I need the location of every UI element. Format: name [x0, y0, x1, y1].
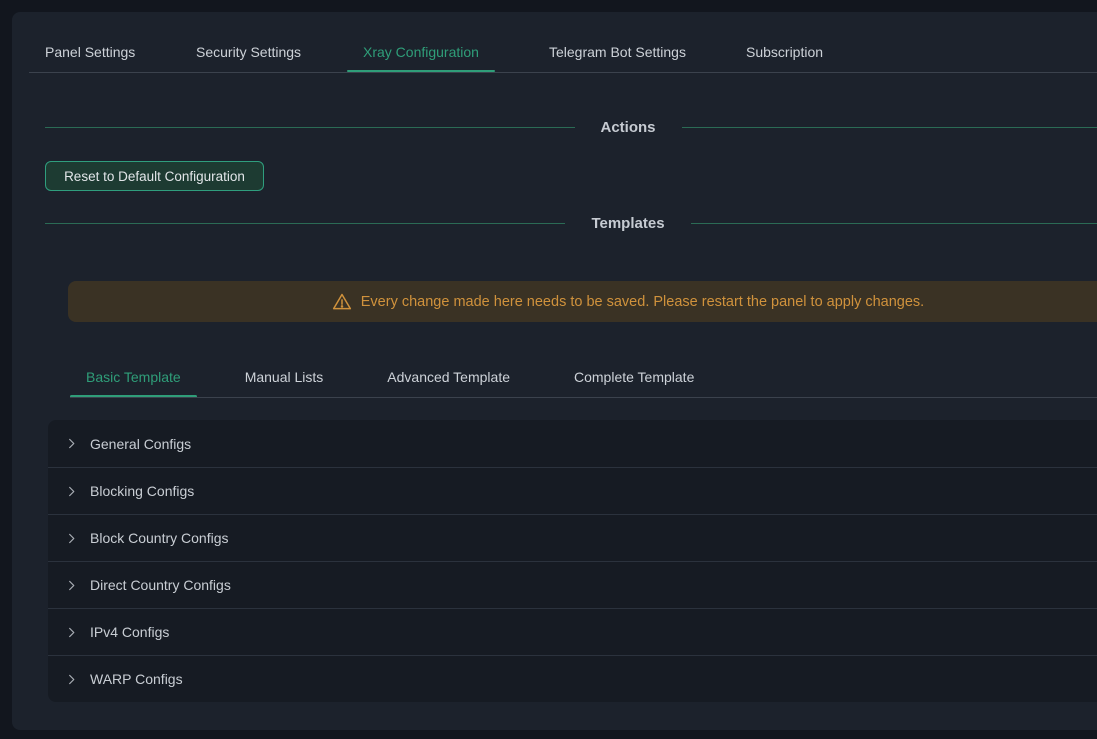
- tab-subscription[interactable]: Subscription: [746, 33, 823, 72]
- chevron-right-icon: [66, 674, 78, 685]
- tab-advanced-template[interactable]: Advanced Template: [371, 357, 526, 398]
- accordion-row-general-configs[interactable]: General Configs: [48, 420, 1097, 467]
- chevron-right-icon: [66, 627, 78, 638]
- tab-telegram-bot-settings[interactable]: Telegram Bot Settings: [549, 33, 686, 72]
- chevron-right-icon: [66, 438, 78, 449]
- templates-section-title: Templates: [591, 215, 664, 232]
- accordion-row-label: General Configs: [90, 436, 191, 452]
- tab-security-settings[interactable]: Security Settings: [196, 33, 301, 72]
- accordion-row-warp-configs[interactable]: WARP Configs: [48, 655, 1097, 702]
- accordion-row-label: Direct Country Configs: [90, 577, 231, 593]
- accordion-row-block-country-configs[interactable]: Block Country Configs: [48, 514, 1097, 561]
- accordion-row-label: WARP Configs: [90, 671, 183, 687]
- tab-xray-configuration[interactable]: Xray Configuration: [347, 33, 495, 72]
- accordion-row-label: Block Country Configs: [90, 530, 229, 546]
- reset-to-default-button[interactable]: Reset to Default Configuration: [45, 161, 264, 191]
- tab-basic-template[interactable]: Basic Template: [70, 357, 197, 398]
- divider-line: [682, 127, 1097, 128]
- divider-line: [45, 223, 565, 224]
- accordion-row-ipv4-configs[interactable]: IPv4 Configs: [48, 608, 1097, 655]
- main-tab-bar: Panel Settings Security Settings Xray Co…: [12, 33, 1097, 72]
- chevron-right-icon: [66, 486, 78, 497]
- actions-section-title: Actions: [601, 119, 656, 136]
- divider-line: [45, 127, 575, 128]
- restart-warning-banner: Every change made here needs to be saved…: [68, 281, 1097, 322]
- accordion-row-label: IPv4 Configs: [90, 624, 169, 640]
- actions-section-divider: Actions: [45, 115, 1097, 139]
- tab-complete-template[interactable]: Complete Template: [558, 357, 710, 398]
- settings-card: Panel Settings Security Settings Xray Co…: [12, 12, 1097, 730]
- warning-banner-text: Every change made here needs to be saved…: [361, 294, 924, 310]
- tab-manual-lists[interactable]: Manual Lists: [229, 357, 340, 398]
- divider-line: [691, 223, 1097, 224]
- chevron-right-icon: [66, 533, 78, 544]
- templates-section-divider: Templates: [45, 211, 1097, 235]
- chevron-right-icon: [66, 580, 78, 591]
- accordion-row-direct-country-configs[interactable]: Direct Country Configs: [48, 561, 1097, 608]
- accordion-row-blocking-configs[interactable]: Blocking Configs: [48, 467, 1097, 514]
- main-tab-bar-underline: [29, 72, 1097, 73]
- warning-triangle-icon: [332, 292, 352, 312]
- template-tab-bar-underline: [70, 397, 1097, 398]
- template-tab-bar: Basic Template Manual Lists Advanced Tem…: [70, 357, 742, 398]
- tab-panel-settings[interactable]: Panel Settings: [45, 33, 135, 72]
- accordion-row-label: Blocking Configs: [90, 483, 194, 499]
- configs-accordion: General Configs Blocking Configs Block C…: [48, 420, 1097, 702]
